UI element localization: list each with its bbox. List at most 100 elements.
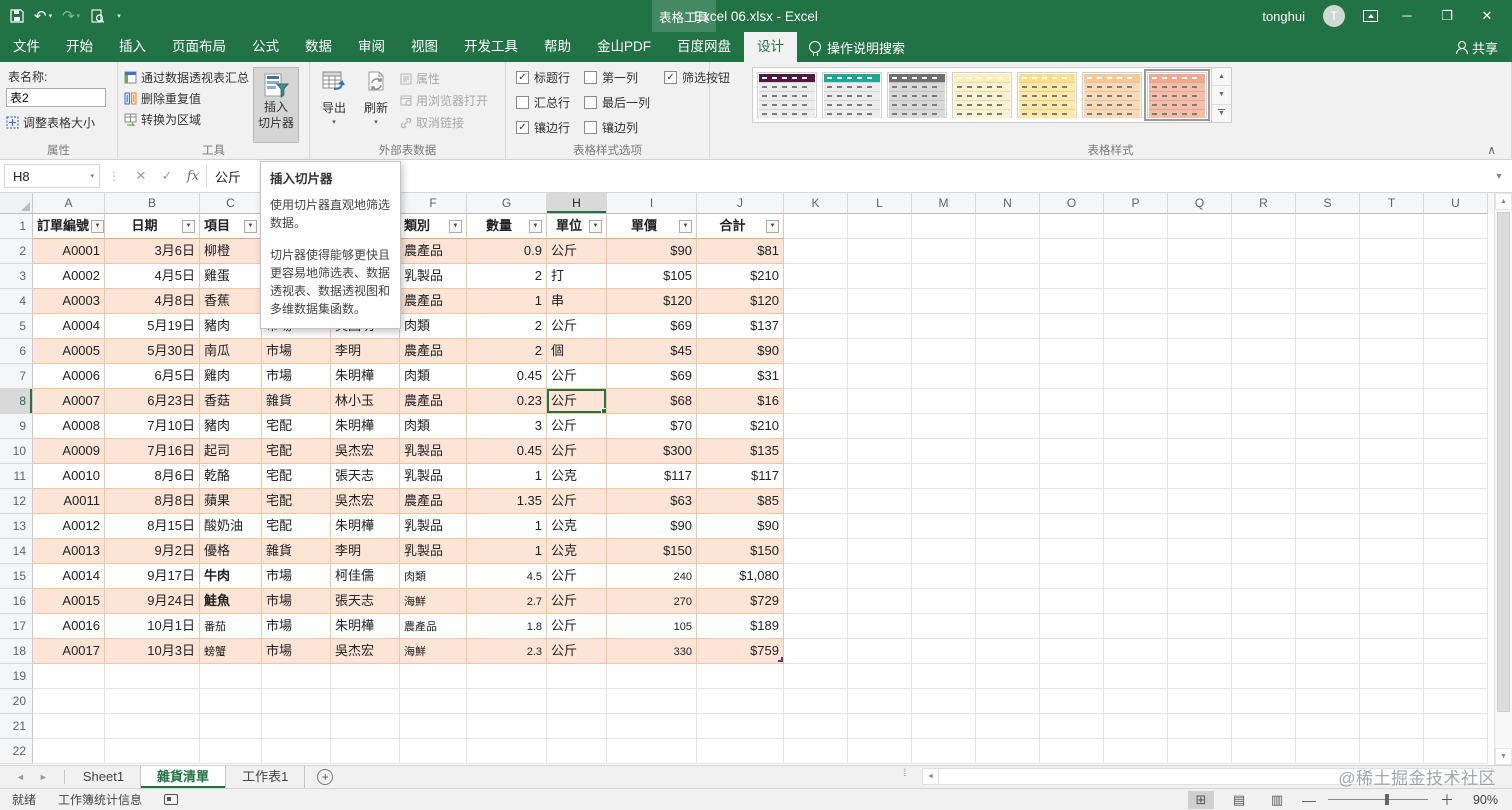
cell-R12[interactable] — [1232, 489, 1296, 514]
cell-L16[interactable] — [848, 589, 912, 614]
row-header-9[interactable]: 9 — [0, 414, 33, 439]
cell-C3[interactable]: 雞蛋 — [200, 264, 262, 289]
cell-M17[interactable] — [912, 614, 976, 639]
cell-F16[interactable]: 海鮮 — [400, 589, 467, 614]
cell-L21[interactable] — [848, 714, 912, 739]
table-style-thumb-salmon-grid[interactable] — [1144, 69, 1210, 121]
cell-H9[interactable]: 公斤 — [547, 414, 607, 439]
row-header-1[interactable]: 1 — [0, 214, 33, 239]
cell-O18[interactable] — [1040, 639, 1104, 664]
close-button[interactable]: ✕ — [1476, 0, 1498, 32]
cell-I14[interactable]: $150 — [607, 539, 697, 564]
row-header-10[interactable]: 10 — [0, 439, 33, 464]
cell-K5[interactable] — [784, 314, 848, 339]
cell-M2[interactable] — [912, 239, 976, 264]
cell-L6[interactable] — [848, 339, 912, 364]
table-style-thumb-teal-header[interactable] — [822, 72, 882, 118]
cell-U5[interactable] — [1424, 314, 1488, 339]
cell-C5[interactable]: 豬肉 — [200, 314, 262, 339]
cell-H21[interactable] — [547, 714, 607, 739]
table-style-thumb-purple-header[interactable] — [757, 72, 817, 118]
gallery-more-icon[interactable]: ▼ — [1212, 105, 1231, 122]
cell-L3[interactable] — [848, 264, 912, 289]
row-header-21[interactable]: 21 — [0, 714, 33, 739]
cell-E7[interactable]: 朱明樺 — [331, 364, 400, 389]
remove-duplicates-button[interactable]: 删除重复值 — [124, 90, 249, 107]
cell-B9[interactable]: 7月10日 — [105, 414, 200, 439]
column-header-G[interactable]: G — [467, 193, 547, 214]
cell-G14[interactable]: 1 — [467, 539, 547, 564]
cell-B17[interactable]: 10月1日 — [105, 614, 200, 639]
cell-F7[interactable]: 肉類 — [400, 364, 467, 389]
cell-E10[interactable]: 吳杰宏 — [331, 439, 400, 464]
menu-tab-10[interactable]: 金山PDF — [584, 32, 664, 62]
cell-P5[interactable] — [1104, 314, 1168, 339]
cell-M9[interactable] — [912, 414, 976, 439]
row-header-16[interactable]: 16 — [0, 589, 33, 614]
cell-K7[interactable] — [784, 364, 848, 389]
checkbox-checked[interactable]: ✓ — [664, 71, 678, 84]
undo-dropdown-icon[interactable]: ▾ — [49, 13, 53, 20]
cell-K22[interactable] — [784, 739, 848, 764]
cell-Q3[interactable] — [1168, 264, 1232, 289]
cell-C8[interactable]: 香菇 — [200, 389, 262, 414]
cell-S8[interactable] — [1296, 389, 1360, 414]
external-properties-button[interactable]: 属性 — [400, 70, 488, 87]
cell-L20[interactable] — [848, 689, 912, 714]
name-box[interactable]: H8 ▾ — [4, 164, 100, 188]
cell-G4[interactable]: 1 — [467, 289, 547, 314]
expand-formula-bar-icon[interactable]: ▼ — [1486, 171, 1512, 181]
cell-J6[interactable]: $90 — [697, 339, 784, 364]
filter-button-B[interactable]: ▼ — [182, 219, 195, 233]
row-header-4[interactable]: 4 — [0, 289, 33, 314]
cell-H17[interactable]: 公斤 — [547, 614, 607, 639]
cell-P16[interactable] — [1104, 589, 1168, 614]
column-header-J[interactable]: J — [697, 193, 784, 214]
cell-A17[interactable]: A0016 — [33, 614, 105, 639]
cell-O4[interactable] — [1040, 289, 1104, 314]
cell-D18[interactable]: 市場 — [262, 639, 331, 664]
row-header-19[interactable]: 19 — [0, 664, 33, 689]
scroll-up-icon[interactable]: ▲ — [1495, 193, 1512, 210]
column-header-B[interactable]: B — [105, 193, 200, 214]
cell-D7[interactable]: 市場 — [262, 364, 331, 389]
cell-T22[interactable] — [1360, 739, 1424, 764]
cell-A11[interactable]: A0010 — [33, 464, 105, 489]
cell-K21[interactable] — [784, 714, 848, 739]
table-resize-handle[interactable] — [778, 657, 783, 662]
style-option-0-0[interactable]: ✓ 标题行 — [516, 69, 570, 86]
cell-B2[interactable]: 3月6日 — [105, 239, 200, 264]
cell-C10[interactable]: 起司 — [200, 439, 262, 464]
menu-tab-0[interactable]: 文件 — [0, 32, 53, 62]
cell-R1[interactable] — [1232, 214, 1296, 239]
cell-A6[interactable]: A0005 — [33, 339, 105, 364]
row-header-12[interactable]: 12 — [0, 489, 33, 514]
cell-Q19[interactable] — [1168, 664, 1232, 689]
cell-L2[interactable] — [848, 239, 912, 264]
table-style-thumb-light-yellow[interactable] — [952, 72, 1012, 118]
cell-M19[interactable] — [912, 664, 976, 689]
cell-U11[interactable] — [1424, 464, 1488, 489]
cell-P8[interactable] — [1104, 389, 1168, 414]
cell-U3[interactable] — [1424, 264, 1488, 289]
cell-J10[interactable]: $135 — [697, 439, 784, 464]
cell-B19[interactable] — [105, 664, 200, 689]
cell-P18[interactable] — [1104, 639, 1168, 664]
undo-button[interactable]: ↶ ▾ — [34, 9, 52, 24]
cell-D16[interactable]: 市場 — [262, 589, 331, 614]
cell-P19[interactable] — [1104, 664, 1168, 689]
header-cell-G1[interactable]: 數量 ▼ — [467, 214, 547, 239]
style-option-1-1[interactable]: 最后一列 — [584, 94, 650, 111]
menu-tab-12[interactable]: 设计 — [744, 32, 797, 62]
column-header-U[interactable]: U — [1424, 193, 1488, 214]
cell-P15[interactable] — [1104, 564, 1168, 589]
cell-J7[interactable]: $31 — [697, 364, 784, 389]
cell-I7[interactable]: $69 — [607, 364, 697, 389]
convert-to-range-button[interactable]: 转换为区域 — [124, 111, 249, 128]
cell-N1[interactable] — [976, 214, 1040, 239]
cell-R17[interactable] — [1232, 614, 1296, 639]
menu-tab-7[interactable]: 视图 — [398, 32, 451, 62]
menu-tab-9[interactable]: 帮助 — [531, 32, 584, 62]
cell-U15[interactable] — [1424, 564, 1488, 589]
cell-K4[interactable] — [784, 289, 848, 314]
